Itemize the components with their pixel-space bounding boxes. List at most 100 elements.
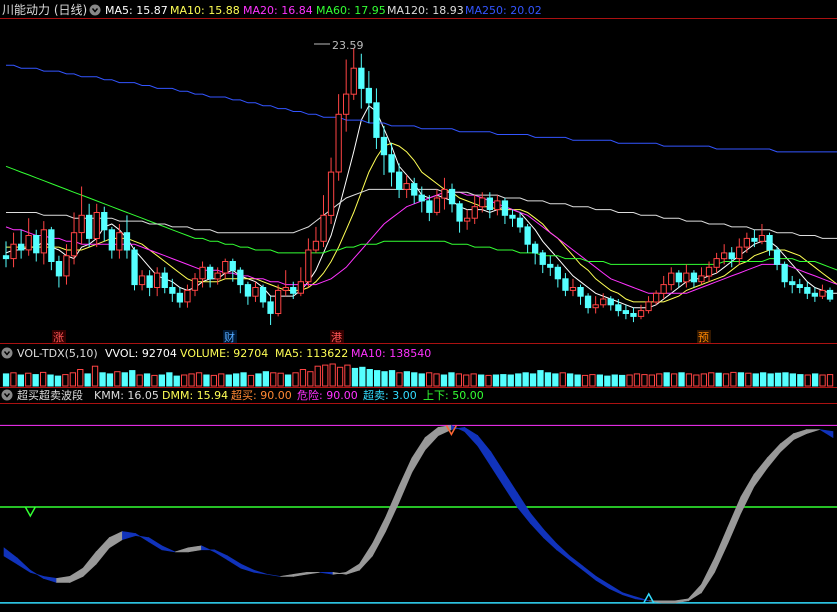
candle-body: [358, 67, 365, 89]
volume-bar: [529, 373, 537, 387]
volume-bar: [270, 372, 277, 387]
volume-bar: [604, 375, 611, 387]
oscillator-band-segment: [490, 450, 505, 488]
volume-bar: [678, 372, 685, 387]
volume-bar: [767, 373, 774, 387]
vol-title[interactable]: VOL-TDX(5,10): [17, 347, 98, 360]
candle-body: [282, 287, 289, 291]
oscillator-band-segment: [556, 543, 571, 561]
candle-body: [70, 232, 78, 257]
volume-bar: [336, 366, 344, 387]
volume-bar: [797, 374, 804, 387]
volume-bar: [322, 364, 329, 387]
oscillator-band-segment: [569, 555, 584, 571]
oscillator-band-segment: [516, 491, 531, 525]
marker-yu[interactable]: 预: [698, 331, 709, 344]
volume-bars: [2, 363, 834, 387]
candle-body: [728, 252, 735, 260]
candle-body: [509, 214, 516, 219]
oscillator-band-segment: [306, 571, 320, 575]
candle-body: [448, 188, 456, 205]
oscillator-band-segment: [582, 565, 597, 582]
volume-bar: [685, 373, 693, 387]
volume-bar: [47, 374, 54, 387]
candle-body: [169, 287, 176, 294]
stock-chart: 川能动力 (日线) MA5: 15.87 MA10: 15.88 MA20: 1…: [0, 3, 837, 604]
marker-gang[interactable]: 港: [331, 331, 342, 344]
volume-bar: [10, 372, 17, 387]
candle-body: [819, 289, 826, 297]
volume-bar: [552, 373, 559, 387]
candle-body: [479, 197, 486, 208]
candle-body: [675, 272, 683, 283]
candle-body: [773, 249, 781, 265]
candle-body: [494, 200, 501, 211]
oscillator-band-segment: [464, 426, 479, 447]
candle-body: [214, 272, 221, 280]
oscillator-band-segment: [267, 574, 281, 577]
volume-bar: [225, 374, 232, 387]
volume-bar: [559, 372, 566, 387]
volume-bar: [537, 370, 544, 387]
volume-bar: [136, 374, 143, 387]
oscillator-band-segment: [753, 457, 768, 488]
oscillator-band-segment: [16, 557, 31, 573]
candle-body: [154, 272, 161, 289]
stock-title[interactable]: 川能动力 (日线): [2, 3, 87, 17]
volume-bar: [62, 374, 69, 387]
candle-body: [705, 266, 713, 277]
peak-annotation: 23.59: [314, 39, 364, 52]
candle-body: [690, 272, 698, 283]
volume-bar: [166, 372, 173, 387]
oscillator-band-segment: [56, 576, 71, 583]
candle-body: [584, 295, 592, 309]
oscillator-band-segment: [95, 536, 110, 565]
vol-menu-icon[interactable]: [1, 347, 13, 359]
kmm-legend: 超买超卖波段 KMM: 16.05 DMM: 15.94 超买: 90.00 危…: [1, 388, 484, 402]
ma5-label: MA5: 15.87: [105, 4, 168, 17]
candle-body: [554, 266, 562, 280]
candle-body: [396, 171, 403, 190]
marker-cai[interactable]: 财: [224, 330, 235, 344]
candle-body: [108, 229, 115, 251]
volume-bar: [121, 372, 128, 387]
candle-body: [86, 214, 93, 239]
candle-body: [630, 313, 637, 317]
candle-body: [607, 298, 614, 306]
volume-bar: [173, 375, 180, 387]
candle-body: [78, 214, 85, 234]
volume-bar: [240, 372, 247, 387]
candle-body: [335, 113, 342, 173]
oscillator-band-segment: [687, 583, 702, 602]
volume-bar: [314, 365, 321, 387]
oscillator-band-segment: [319, 571, 334, 575]
candle-body: [222, 261, 229, 274]
volume-bar: [344, 364, 351, 387]
volume-bar: [329, 363, 336, 387]
volume-bar: [2, 373, 10, 387]
kmm-menu-icon[interactable]: [1, 389, 13, 401]
candle-body: [569, 287, 577, 291]
candle-body: [577, 287, 584, 297]
volume-bar: [99, 372, 106, 387]
updown-label: 上下: 50.00: [423, 389, 484, 402]
oscillator-band-segment: [69, 567, 84, 583]
candle-body: [33, 235, 40, 254]
candle-body: [637, 310, 645, 317]
volume-bar: [470, 373, 477, 387]
volume-bar: [210, 374, 217, 387]
candle-body: [161, 272, 168, 289]
oscillator-band-segment: [187, 545, 202, 553]
candle-body: [2, 255, 10, 260]
oscillator-band-segment: [82, 551, 97, 578]
candle-body: [766, 235, 773, 251]
ma20-label: MA20: 16.84: [243, 4, 313, 17]
main-menu-icon[interactable]: [89, 4, 101, 16]
oscillator-band-segment: [227, 555, 242, 569]
candle-body: [131, 249, 138, 286]
kmm-title[interactable]: 超买超卖波段: [17, 388, 83, 402]
candle-body: [229, 261, 236, 271]
marker-zhang[interactable]: 涨: [53, 331, 64, 344]
candle-body: [592, 304, 599, 309]
event-markers: 涨 财 港 预: [52, 330, 711, 344]
